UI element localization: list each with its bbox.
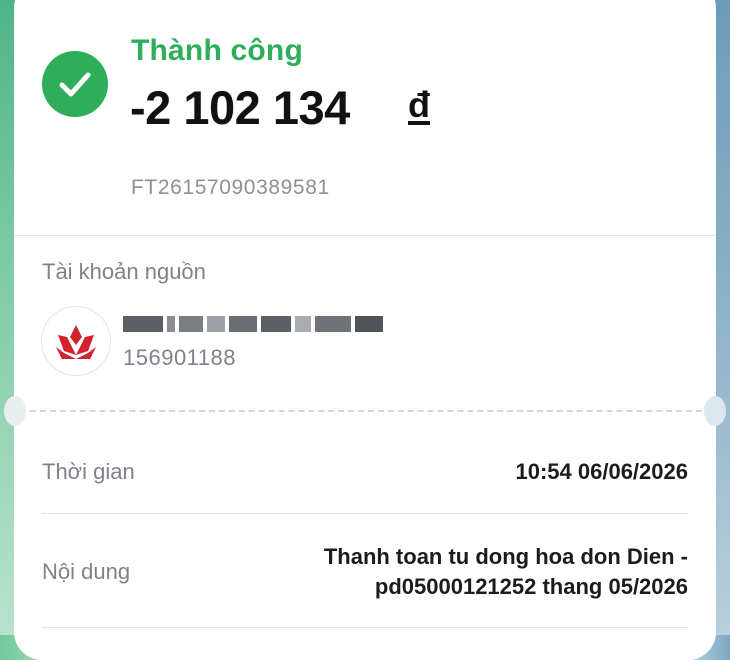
account-name-masked [123,313,387,335]
status-text: Thành công [131,34,303,67]
time-label: Thời gian [42,459,135,484]
row-divider [42,627,688,628]
content-label: Nội dung [42,559,131,584]
bank-logo-icon [41,306,111,376]
row-divider [42,513,688,514]
content-value: Thanh toan tu dong hoa don Dien - pd0500… [258,542,688,602]
content-value-line-2: pd05000121252 thang 05/2026 [374,574,688,599]
account-number: 156901188 [123,345,236,370]
content-value-line-1: Thanh toan tu dong hoa don Dien - [323,544,688,569]
section-divider [14,235,716,236]
check-circle-icon [42,51,108,117]
source-account-label: Tài khoản nguồn [42,259,206,284]
transaction-reference[interactable]: FT26157090389581 [131,176,330,200]
transaction-amount: -2 102 134 [130,81,350,134]
dashed-separator [30,410,702,412]
ticket-notch-left [4,396,26,426]
time-value: 10:54 06/06/2026 [515,459,689,484]
currency-symbol: đ [408,84,430,125]
ticket-notch-right [704,396,726,426]
